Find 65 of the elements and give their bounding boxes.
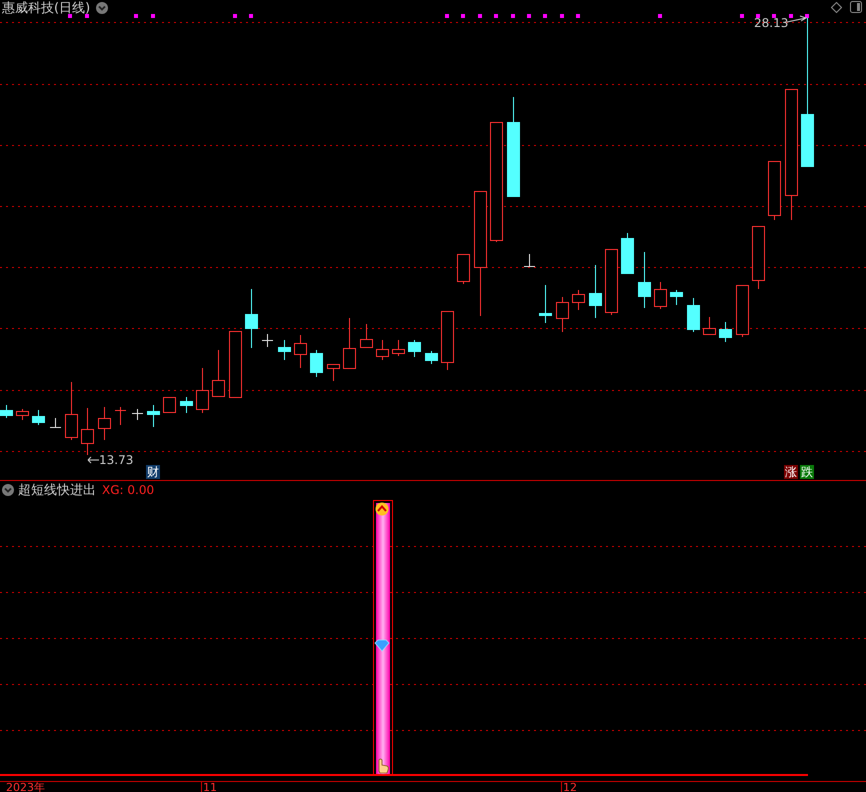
chevron-down-icon[interactable] [2, 484, 14, 496]
candlestick [327, 364, 340, 382]
indicator-badge[interactable]: 涨 [784, 465, 798, 479]
candlestick [278, 340, 291, 360]
candlestick [212, 350, 225, 398]
candlestick [524, 254, 536, 268]
candlestick [556, 296, 569, 332]
panel-toggle-icon[interactable] [850, 1, 862, 13]
candlestick [294, 334, 307, 368]
candlestick [687, 298, 700, 332]
candlestick [0, 404, 13, 418]
candlestick [50, 418, 62, 428]
candlestick [180, 396, 193, 414]
candlestick [539, 284, 552, 324]
chevron-up-icon [376, 502, 388, 516]
candlestick [310, 350, 323, 378]
candlestick [32, 410, 45, 426]
candlestick [719, 322, 732, 342]
candlestick [589, 264, 602, 318]
leader-arrow [786, 16, 808, 22]
candlestick [376, 340, 389, 360]
indicator-badge[interactable]: 跌 [800, 465, 814, 479]
indicator-title: 超短线快进出 [18, 482, 96, 499]
candlestick [196, 368, 209, 414]
candlestick [736, 284, 749, 338]
candlestick [572, 290, 585, 310]
hand-pointer-icon [378, 758, 389, 774]
candlestick [343, 318, 356, 370]
candlestick [132, 408, 144, 420]
chevron-down-icon[interactable] [96, 2, 108, 14]
high-price-label: 28.13 [754, 16, 788, 30]
axis-date-label: 2023年 [6, 782, 45, 792]
candlestick [245, 288, 258, 348]
stock-title: 惠威科技(日线) [2, 0, 90, 16]
candlestick [229, 330, 242, 398]
candlestick [441, 310, 454, 370]
candlestick [147, 404, 160, 428]
candlestick [752, 226, 765, 290]
candlestick [605, 248, 618, 316]
candlestick [638, 252, 651, 308]
candlestick [408, 340, 421, 358]
candlestick [262, 334, 274, 348]
low-price-label: 13.73 [99, 453, 134, 467]
axis-date-label: 12 [563, 782, 577, 792]
candlestick [670, 290, 683, 306]
candlestick [703, 316, 716, 336]
candlestick [457, 254, 470, 284]
candlestick [621, 232, 634, 274]
diamond-icon [374, 640, 390, 652]
candlestick [768, 160, 781, 220]
candlestick [114, 406, 126, 426]
candlestick [98, 406, 111, 440]
candlestick [425, 350, 438, 364]
left-arrow-icon [87, 456, 99, 464]
candlestick [16, 408, 29, 420]
candlestick [81, 408, 94, 456]
indicator-badge[interactable]: 财 [146, 465, 160, 479]
diamond-icon[interactable] [831, 2, 842, 12]
candlestick [163, 396, 176, 414]
candlestick [360, 324, 373, 348]
candlestick [654, 282, 667, 310]
indicator-reading: XG: 0.00 [102, 483, 154, 497]
candlestick [65, 382, 78, 440]
candlestick [392, 340, 405, 356]
axis-date-label: 11 [203, 782, 217, 792]
